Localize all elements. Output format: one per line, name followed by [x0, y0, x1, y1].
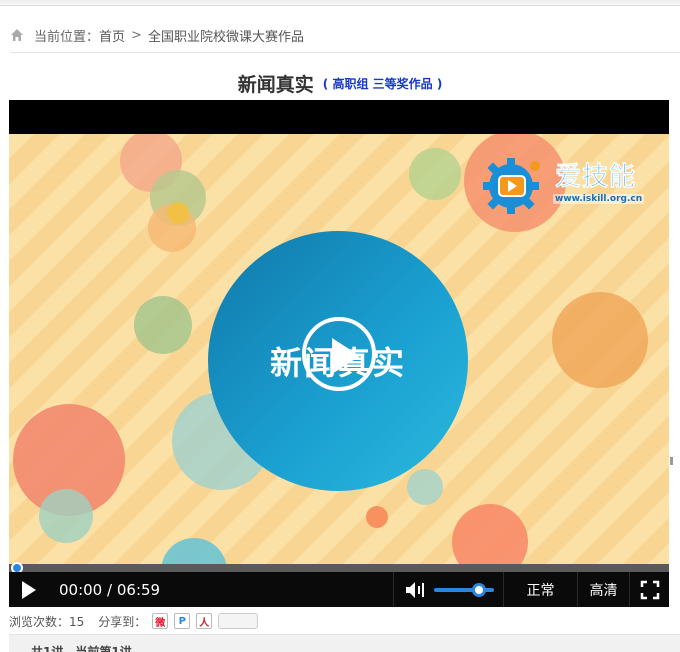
- home-icon: [11, 29, 23, 41]
- play-button[interactable]: [9, 572, 49, 607]
- time-display: 00:00 / 06:59: [59, 581, 160, 599]
- control-bar: 00:00 / 06:59 正常 高清: [9, 572, 669, 607]
- page-title-row: 新闻真实 ( 高职组 三等奖作品 ): [0, 70, 680, 97]
- share-more-button[interactable]: [218, 613, 259, 629]
- renren-share-icon[interactable]: 人: [196, 613, 213, 629]
- decor-bubble: [452, 504, 528, 564]
- page-title: 新闻真实: [237, 74, 314, 96]
- quality-button[interactable]: 高清: [577, 572, 629, 607]
- play-icon: [22, 580, 36, 599]
- decor-bubble: [134, 296, 192, 354]
- breadcrumb: 当前位置： 首页 > 全国职业院校微课大赛作品: [10, 24, 304, 46]
- time-separator: /: [107, 580, 113, 599]
- current-time: 00:00: [59, 580, 103, 599]
- logo-url: www.iskill.org.cn: [553, 194, 645, 204]
- video-player[interactable]: 爱技能 www.iskill.org.cn 新闻真实 00:00 / 06:59: [9, 100, 669, 607]
- breadcrumb-separator: >: [131, 27, 142, 43]
- duration: 06:59: [116, 580, 161, 599]
- fullscreen-button[interactable]: [629, 572, 669, 607]
- decor-bubble: [167, 202, 189, 224]
- decor-bubble: [409, 148, 461, 200]
- fullscreen-icon: [640, 580, 659, 599]
- volume-icon[interactable]: [404, 580, 426, 600]
- volume-slider[interactable]: [434, 582, 494, 597]
- lesson-count-text: 共1讲，当前第1讲: [31, 645, 132, 652]
- decor-bubble: [39, 489, 93, 543]
- scroll-marker: [670, 457, 678, 465]
- volume-handle[interactable]: [472, 582, 486, 597]
- decor-bubble: [161, 538, 227, 564]
- speed-button[interactable]: 正常: [503, 572, 577, 607]
- breadcrumb-home-link[interactable]: 首页: [99, 26, 125, 45]
- top-strip: [0, 0, 680, 6]
- lesson-list-header: 共1讲，当前第1讲: [9, 634, 680, 652]
- breadcrumb-divider: [10, 52, 680, 53]
- view-count: 浏览次数：15: [9, 614, 85, 629]
- decor-bubble: [366, 506, 388, 528]
- video-frame[interactable]: 爱技能 www.iskill.org.cn 新闻真实: [9, 134, 669, 564]
- stats-row: 浏览次数：15 分享到： 微 P 人: [9, 612, 259, 630]
- iskill-logo: 爱技能 www.iskill.org.cn: [479, 152, 651, 222]
- logo-text: 爱技能: [555, 162, 637, 193]
- big-play-button[interactable]: [302, 317, 376, 391]
- decor-bubble: [552, 292, 648, 388]
- gear-icon: [483, 158, 540, 214]
- qzone-share-icon[interactable]: P: [174, 613, 191, 629]
- play-icon: [332, 338, 360, 374]
- weibo-share-icon[interactable]: 微: [152, 613, 169, 629]
- share-label: 分享到：: [98, 614, 147, 629]
- breadcrumb-current-link[interactable]: 全国职业院校微课大赛作品: [148, 26, 304, 45]
- volume-control[interactable]: [393, 572, 503, 607]
- breadcrumb-label: 当前位置：: [34, 29, 100, 45]
- award-subtitle: ( 高职组 三等奖作品 ): [322, 77, 443, 91]
- progress-bar[interactable]: [9, 562, 669, 574]
